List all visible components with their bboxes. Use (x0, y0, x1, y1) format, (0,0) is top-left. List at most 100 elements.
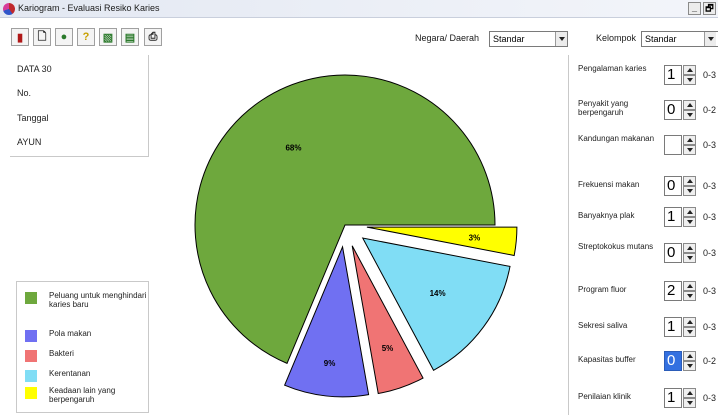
increment-icon[interactable] (683, 351, 696, 361)
group-select[interactable]: Standar (641, 31, 718, 47)
param-label: Penyakit yang berpengaruh (578, 99, 629, 117)
chevron-down-icon[interactable] (704, 32, 716, 46)
window-title: Kariogram - Evaluasi Resiko Karies (18, 3, 160, 13)
kariogram-pie-chart: 68% 9% 5% 14% 3% (194, 74, 518, 398)
help-button[interactable]: ? (77, 28, 95, 46)
param-label: Kandungan makanan (578, 134, 655, 143)
exit-button[interactable]: ▮ (11, 28, 29, 46)
param-range: 0-2 (703, 356, 717, 366)
param-stepper[interactable] (664, 135, 700, 155)
pie-slice-label: 9% (324, 359, 336, 368)
param-value-input[interactable]: 1 (664, 317, 682, 337)
date-label: Tanggal (17, 113, 49, 123)
legend-swatch (25, 330, 37, 342)
param-stepper[interactable]: 1 (664, 317, 700, 337)
increment-icon[interactable] (683, 65, 696, 75)
param-label: Penilaian klinik (578, 392, 631, 401)
decrement-icon[interactable] (683, 217, 696, 227)
param-stepper[interactable]: 0 (664, 100, 700, 120)
legend-swatch (25, 350, 37, 362)
param-stepper[interactable]: 1 (664, 388, 700, 408)
parameter-panel: Pengalaman karies 1 0-3 Penyakit yang berpe… (568, 55, 718, 415)
pie-slice-label: 5% (382, 344, 394, 353)
decrement-icon[interactable] (683, 110, 696, 120)
param-value-input[interactable]: 0 (664, 351, 682, 371)
param-stepper[interactable]: 0 (664, 351, 700, 371)
param-label: Frekuensi makan (578, 180, 640, 189)
legend-label: Pola makan (49, 329, 92, 338)
group-label: Kelompok (596, 33, 637, 43)
param-range: 0-3 (703, 70, 717, 80)
decrement-icon[interactable] (683, 253, 696, 263)
decrement-icon[interactable] (683, 186, 696, 196)
param-range: 0-3 (703, 140, 717, 150)
decrement-icon[interactable] (683, 75, 696, 85)
save-icon: ▤ (124, 31, 136, 44)
increment-icon[interactable] (683, 100, 696, 110)
param-stepper[interactable]: 2 (664, 281, 700, 301)
decrement-icon[interactable] (683, 327, 696, 337)
group-select-value: Standar (645, 34, 677, 44)
new-button[interactable]: 🗋 (33, 28, 51, 46)
door-icon: ▮ (16, 31, 24, 44)
param-stepper[interactable]: 0 (664, 176, 700, 196)
param-range: 0-3 (703, 393, 717, 403)
restore-button[interactable]: 🗗 (703, 2, 716, 15)
param-label: Pengalaman karies (578, 64, 647, 73)
param-label: Program fluor (578, 285, 627, 294)
data-id: DATA 30 (17, 64, 52, 74)
param-value-input[interactable]: 0 (664, 100, 682, 120)
param-label: Streptokokus mutans (578, 242, 654, 251)
increment-icon[interactable] (683, 388, 696, 398)
param-stepper[interactable]: 0 (664, 243, 700, 263)
legend-label: Peluang untuk menghindari karies baru (49, 291, 147, 309)
param-value-input[interactable]: 0 (664, 176, 682, 196)
chart-button[interactable]: ● (55, 28, 73, 46)
param-value-input[interactable]: 2 (664, 281, 682, 301)
param-range: 0-3 (703, 322, 717, 332)
param-label: Banyaknya plak (578, 211, 635, 220)
param-range: 0-3 (703, 286, 717, 296)
image-icon: ▧ (102, 31, 114, 44)
param-value-input[interactable]: 1 (664, 207, 682, 227)
param-label: Kapasitas buffer (578, 355, 636, 364)
param-range: 0-3 (703, 212, 717, 222)
param-value-input[interactable]: 0 (664, 243, 682, 263)
decrement-icon[interactable] (683, 145, 696, 155)
number-label: No. (17, 88, 32, 98)
increment-icon[interactable] (683, 243, 696, 253)
increment-icon[interactable] (683, 281, 696, 291)
save-button[interactable]: ▤ (121, 28, 139, 46)
legend-swatch (25, 387, 37, 399)
legend-label: Kerentanan (49, 369, 91, 378)
decrement-icon[interactable] (683, 361, 696, 371)
param-stepper[interactable]: 1 (664, 207, 700, 227)
new-document-icon: 🗋 (37, 30, 47, 43)
legend-swatch (25, 370, 37, 382)
minimize-button[interactable]: _ (688, 2, 701, 15)
increment-icon[interactable] (683, 207, 696, 217)
param-value-input[interactable]: 1 (664, 388, 682, 408)
param-label: Sekresi saliva (578, 321, 628, 330)
increment-icon[interactable] (683, 135, 696, 145)
pie-chart-icon: ● (60, 31, 68, 43)
param-value-input[interactable]: 1 (664, 65, 682, 85)
decrement-icon[interactable] (683, 291, 696, 301)
param-range: 0-2 (703, 105, 717, 115)
pie-slice-label: 14% (430, 289, 446, 298)
legend-label: Keadaan lain yang berpengaruh (49, 386, 116, 404)
decrement-icon[interactable] (683, 398, 696, 408)
param-value-input[interactable] (664, 135, 682, 155)
pie-slice-label: 3% (469, 233, 481, 242)
question-icon: ? (82, 31, 90, 43)
app-logo-icon (3, 3, 15, 15)
param-stepper[interactable]: 1 (664, 65, 700, 85)
increment-icon[interactable] (683, 317, 696, 327)
param-range: 0-3 (703, 181, 717, 191)
patient-name: AYUN (17, 137, 42, 147)
open-button[interactable]: ▧ (99, 28, 117, 46)
increment-icon[interactable] (683, 176, 696, 186)
legend: Peluang untuk menghindari karies baru Pol… (16, 281, 149, 413)
legend-label: Bakteri (49, 349, 74, 358)
pie-slice-label: 68% (285, 144, 301, 153)
